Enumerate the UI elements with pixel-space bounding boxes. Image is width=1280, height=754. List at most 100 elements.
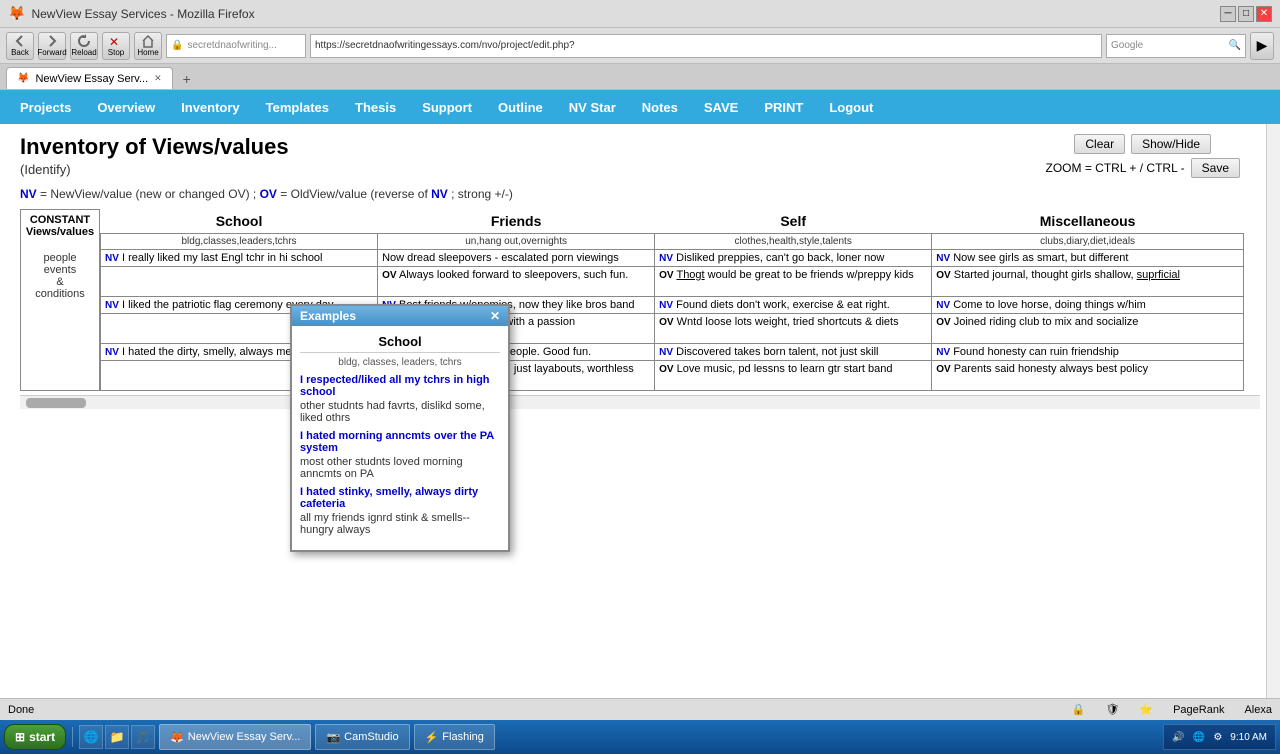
close-button[interactable]: ✕ [1256,6,1272,22]
misc-nv-1: NV Now see girls as smart, but different [932,250,1244,267]
horizontal-scrollbar[interactable] [20,395,1260,409]
nav-logout[interactable]: Logout [817,96,885,119]
browser-tabs: 🦊 NewView Essay Serv... ✕ + [0,64,1280,90]
status-bar: Done 🔒 🛡 ⭐ PageRank Alexa [0,698,1280,720]
popup-item-2: I hated morning anncmts over the PA syst… [300,430,500,480]
misc-nv-3: NV Found honesty can ruin friendship [932,344,1244,361]
taskbar: ⊞ start 🌐 📁 🎵 🦊 NewView Essay Serv... 📷 … [0,720,1280,754]
reload-label: Reload [71,48,96,57]
search-icon: 🔍 [1229,40,1241,51]
nav-outline[interactable]: Outline [486,96,555,119]
quick-launch: 🌐 📁 🎵 [79,725,155,749]
self-nv-2: NV Found diets don't work, exercise & ea… [655,297,932,314]
shield-icon: 🛡 [1105,703,1119,716]
forward-label: Forward [37,48,66,57]
nav-templates[interactable]: Templates [254,96,341,119]
start-label: start [29,730,55,744]
back-label: Back [11,48,29,57]
taskbar-flashing[interactable]: ⚡ Flashing [414,724,495,750]
show-hide-button[interactable]: Show/Hide [1131,134,1211,154]
right-scrollbar[interactable] [1266,124,1280,698]
self-nv-1: NV Disliked preppies, can't go back, lon… [655,250,932,267]
clear-button[interactable]: Clear [1074,134,1125,154]
col-header-friends: Friends [378,209,655,234]
forward-button[interactable]: Forward [38,32,66,60]
school-ov-1 [101,267,378,297]
minimize-button[interactable]: ─ [1220,6,1236,22]
table-row: NV I really liked my last Engl tchr in h… [101,250,1244,267]
table-row: NV I liked the patriotic flag ceremony e… [101,297,1244,314]
camstudio-label: CamStudio [344,731,398,743]
popup-close-button[interactable]: ✕ [490,309,500,323]
home-label: Home [137,48,158,57]
ie-icon[interactable]: 🌐 [79,725,103,749]
media-icon[interactable]: 🎵 [131,725,155,749]
tray-icon-3: ⚙ [1213,732,1222,743]
col-header-self: Self [655,209,932,234]
maximize-button[interactable]: □ [1238,6,1254,22]
popup-ov-3: all my friends ignrd stink & smells--hun… [300,512,500,536]
new-tab-button[interactable]: + [177,69,197,89]
popup-item-1: I respected/liked all my tchrs in high s… [300,374,500,424]
tray-icon-2: 🌐 [1193,732,1205,743]
search-bar[interactable]: Google 🔍 [1106,34,1246,58]
nav-inventory[interactable]: Inventory [169,96,252,119]
firefox-taskbar-label: NewView Essay Serv... [188,731,301,743]
popup-item-3: I hated stinky, smelly, always dirty caf… [300,486,500,536]
nav-nvstar[interactable]: NV Star [557,96,628,119]
back-button[interactable]: Back [6,32,34,60]
windows-logo: ⊞ [15,730,25,744]
reload-button[interactable]: Reload [70,32,98,60]
nav-support[interactable]: Support [410,96,484,119]
subheader-row: bldg,classes,leaders,tchrs un,hang out,o… [101,234,1244,250]
data-table: School Friends Self Miscellaneous bldg,c… [100,209,1244,391]
active-tab[interactable]: 🦊 NewView Essay Serv... ✕ [6,67,173,89]
popup-nv-2: I hated morning anncmts over the PA syst… [300,430,500,454]
nav-thesis[interactable]: Thesis [343,96,408,119]
self-ov-3: OV Love music, pd lessns to learn gtr st… [655,361,932,391]
misc-ov-3: OV Parents said honesty always best poli… [932,361,1244,391]
taskbar-camstudio[interactable]: 📷 CamStudio [315,724,409,750]
home-button[interactable]: Home [134,32,162,60]
folder-icon[interactable]: 📁 [105,725,129,749]
nav-notes[interactable]: Notes [630,96,690,119]
system-tray: 🔊 🌐 ⚙ 9:10 AM [1163,724,1276,750]
save-button[interactable]: Save [1191,158,1240,178]
window-controls: ─ □ ✕ [1220,6,1272,22]
sub-friends: un,hang out,overnights [378,234,655,250]
browser-toolbar: Back Forward Reload ✕ Stop Home 🔒 secret… [0,28,1280,64]
misc-ov-2: OV Joined riding club to mix and sociali… [932,314,1244,344]
flash-icon: ⚡ [425,731,439,744]
tab-close-button[interactable]: ✕ [154,73,162,84]
table-row: OV Felt our group of frnds, just layabou… [101,361,1244,391]
taskbar-firefox[interactable]: 🦊 NewView Essay Serv... [159,724,311,750]
firefox-taskbar-icon: 🦊 [170,731,184,744]
url-bar[interactable]: https://secretdnaofwritingessays.com/nvo… [310,34,1102,58]
legend-text: NV = NewView/value (new or changed OV) ;… [20,187,1260,201]
misc-ov-1: OV Started journal, thought girls shallo… [932,267,1244,297]
address-domain: secretdnaofwriting... [187,40,277,51]
nav-overview[interactable]: Overview [85,96,167,119]
stop-label: Stop [108,48,124,57]
sub-self: clothes,health,style,talents [655,234,932,250]
popup-title: Examples [300,309,356,323]
friends-ov-1: OV Always looked forward to sleepovers, … [378,267,655,297]
stop-button[interactable]: ✕ Stop [102,32,130,60]
popup-nv-1: I respected/liked all my tchrs in high s… [300,374,500,398]
examples-popup: Examples ✕ School bldg, classes, leaders… [290,304,510,552]
page-title: Inventory of Views/values [20,134,289,160]
extra-button[interactable]: ▶ [1250,32,1274,60]
main-content: Inventory of Views/values (Identify) Cle… [0,124,1280,698]
popup-header: Examples ✕ [292,306,508,326]
self-ov-2: OV Wntd loose lots weight, tried shortcu… [655,314,932,344]
svg-text:✕: ✕ [109,35,119,48]
nav-print[interactable]: PRINT [752,96,815,119]
nav-projects[interactable]: Projects [8,96,83,119]
scrollbar-thumb[interactable] [26,398,86,408]
start-button[interactable]: ⊞ start [4,724,66,750]
url-text: https://secretdnaofwritingessays.com/nvo… [315,40,575,51]
tab-icon: 🦊 [17,73,29,84]
nv-label: NV [20,187,37,201]
address-bar[interactable]: 🔒 secretdnaofwriting... [166,34,306,58]
nav-save[interactable]: SAVE [692,96,750,119]
